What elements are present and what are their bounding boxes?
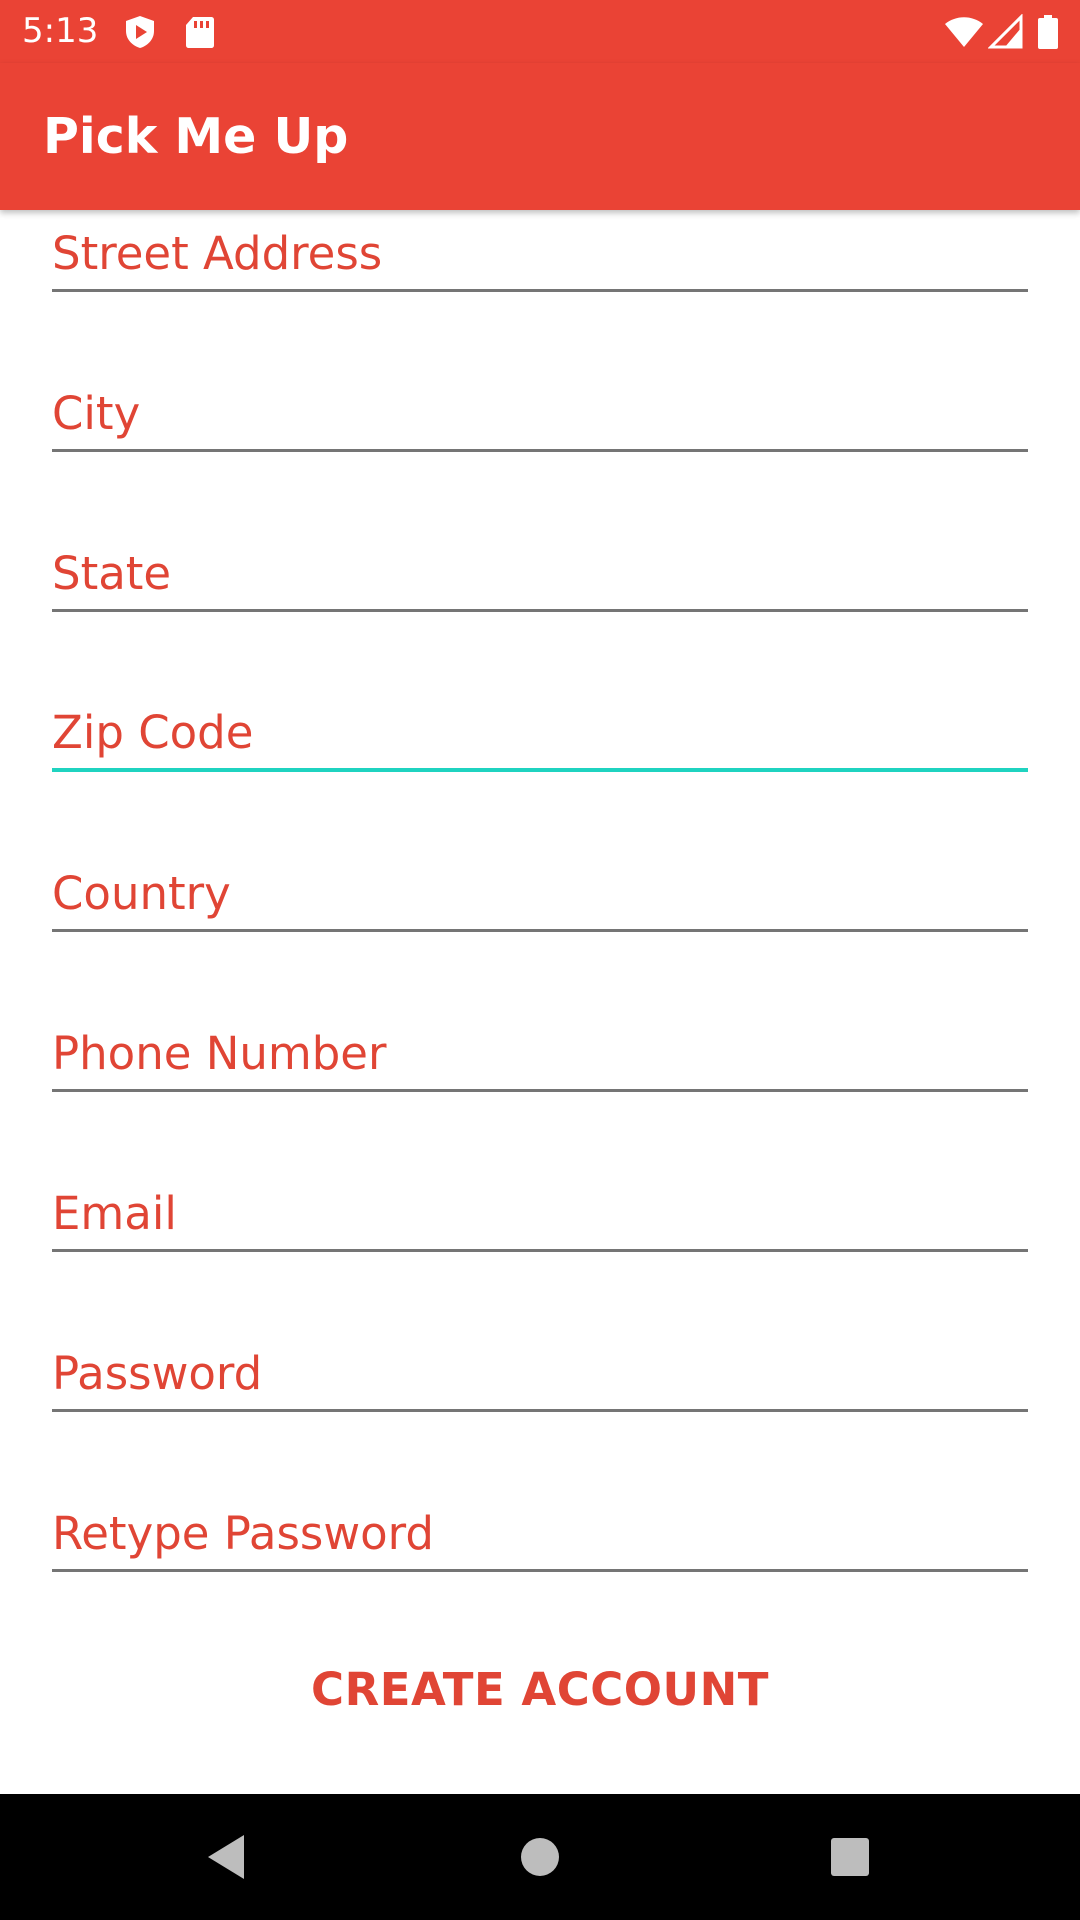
retype-password-field[interactable]: Retype Password: [52, 1492, 1028, 1572]
password-field[interactable]: Password: [52, 1332, 1028, 1412]
status-bar: 5:13: [0, 0, 1080, 63]
email-field[interactable]: Email: [52, 1172, 1028, 1252]
retype-password-hint: Retype Password: [52, 1507, 434, 1560]
registration-form: Street Address City State Zip Code Count…: [0, 210, 1080, 1794]
sd-card-icon: [182, 14, 218, 50]
back-icon[interactable]: [196, 1827, 256, 1887]
app-bar: Pick Me Up: [0, 63, 1080, 210]
city-field[interactable]: City: [52, 372, 1028, 452]
cell-signal-icon: [987, 13, 1024, 50]
zip-code-field[interactable]: Zip Code: [52, 692, 1028, 772]
recents-icon[interactable]: [820, 1827, 880, 1887]
country-field[interactable]: Country: [52, 852, 1028, 932]
country-hint: Country: [52, 867, 231, 920]
wifi-icon: [944, 14, 983, 50]
phone-number-field[interactable]: Phone Number: [52, 1012, 1028, 1092]
home-icon[interactable]: [510, 1827, 570, 1887]
phone-number-hint: Phone Number: [52, 1027, 387, 1080]
state-field[interactable]: State: [52, 532, 1028, 612]
street-address-field[interactable]: Street Address: [52, 212, 1028, 292]
zip-code-hint: Zip Code: [52, 706, 254, 759]
battery-icon: [1036, 14, 1060, 50]
status-time: 5:13: [22, 11, 99, 51]
shield-play-icon: [122, 14, 158, 50]
app-title: Pick Me Up: [43, 108, 349, 165]
state-hint: State: [52, 547, 172, 600]
navigation-bar: [0, 1794, 1080, 1920]
street-address-hint: Street Address: [52, 227, 383, 280]
create-account-button[interactable]: CREATE ACCOUNT: [290, 1652, 790, 1728]
password-hint: Password: [52, 1347, 263, 1400]
city-hint: City: [52, 387, 141, 440]
email-hint: Email: [52, 1187, 177, 1240]
